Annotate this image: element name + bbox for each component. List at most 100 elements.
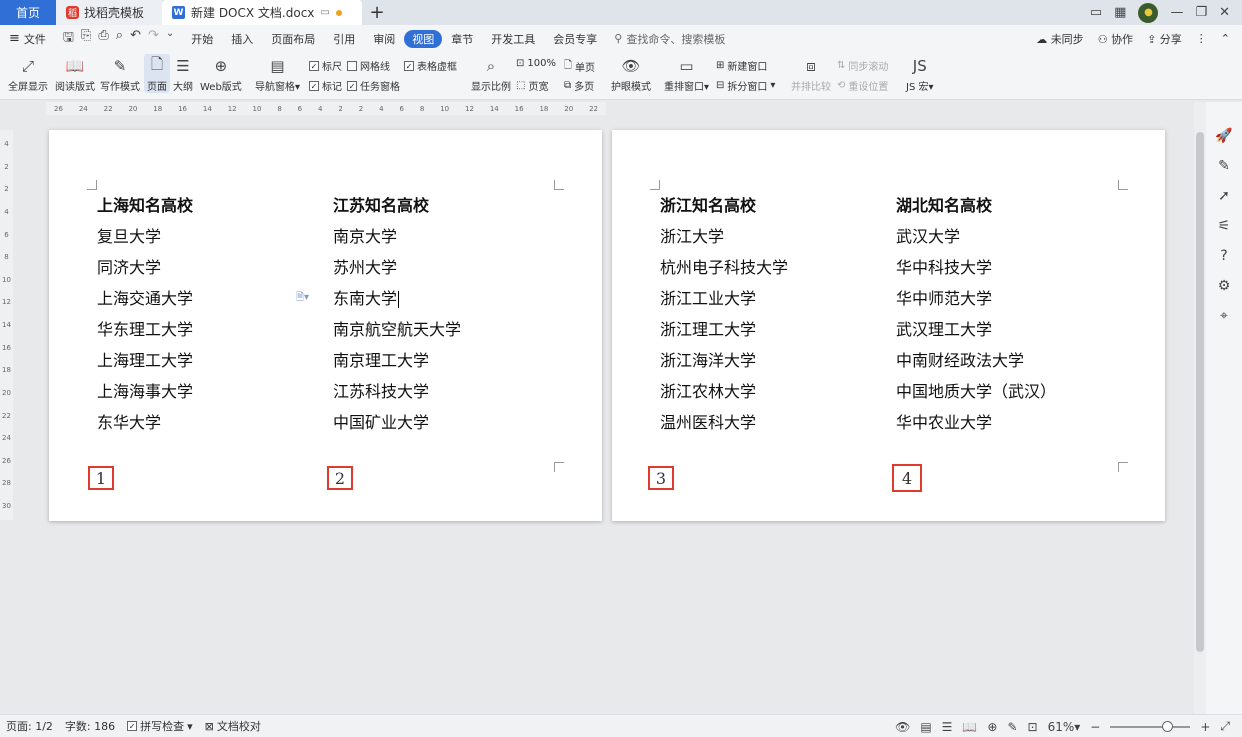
web-layout-button[interactable]: ⊕ Web版式 <box>200 56 242 93</box>
column-zhejiang[interactable]: 浙江知名高校 浙江大学 杭州电子科技大学 浙江工业大学 浙江理工大学 浙江海洋大… <box>660 192 788 440</box>
web-view-icon[interactable]: ⊕ <box>987 720 997 734</box>
print-icon[interactable]: ⎙ <box>98 28 108 50</box>
sync-button[interactable]: ☁ 未同步 <box>1036 31 1084 47</box>
eye-mode-button[interactable]: 👁 护眼模式 <box>611 56 651 93</box>
tab-start[interactable]: 开始 <box>182 30 222 48</box>
new-window-button[interactable]: ⊞ 新建窗口 <box>716 58 767 73</box>
doc-proof-button[interactable]: ⊠ 文档校对 <box>199 718 267 734</box>
restore-icon[interactable]: ❐ <box>1195 5 1207 20</box>
split-window-button[interactable]: ⊟ 拆分窗口 ▾ <box>716 78 775 93</box>
image-settings-icon[interactable]: ⚙ <box>1218 278 1231 294</box>
zoom-ratio-button[interactable]: ⌕ 显示比例 <box>471 56 511 93</box>
single-page-button[interactable]: 🗋 单页 <box>564 58 595 75</box>
screen-icon[interactable]: ▭ <box>320 7 329 18</box>
multi-page-button[interactable]: ⧉ 多页 <box>564 78 594 93</box>
fullscreen-toggle-icon[interactable]: ⤢ <box>1220 719 1230 734</box>
page-width-button[interactable]: ⬚ 页宽 <box>516 78 548 93</box>
outline-button[interactable]: ☰ 大纲 <box>172 56 194 93</box>
word-count[interactable]: 字数: 186 <box>59 718 121 734</box>
js-macro-button[interactable]: JS JS 宏▾ <box>906 56 934 93</box>
side-by-side-button[interactable]: ⧈ 并排比较 <box>791 56 831 93</box>
column-hubei[interactable]: 湖北知名高校 武汉大学 华中科技大学 华中师范大学 武汉理工大学 中南财经政法大… <box>896 192 1056 440</box>
reading-view-icon[interactable]: 📖 <box>962 720 977 734</box>
fullscreen-button[interactable]: ⤢ 全屏显示 <box>8 56 48 93</box>
tab-home[interactable]: 首页 <box>0 0 56 25</box>
tab-document[interactable]: W 新建 DOCX 文档.docx ▭ <box>162 0 362 25</box>
undo-icon[interactable]: ↶ <box>130 28 141 50</box>
page-view-button[interactable]: 🗋 页面 <box>144 54 170 93</box>
tab-references[interactable]: 引用 <box>324 30 364 48</box>
help-icon[interactable]: ? <box>1220 248 1227 264</box>
fit-page-icon[interactable]: ⊡ <box>1028 720 1038 734</box>
document-page-1[interactable]: 上海知名高校 复旦大学 同济大学 上海交通大学 华东理工大学 上海理工大学 上海… <box>49 130 602 521</box>
tab-review[interactable]: 审阅 <box>364 30 404 48</box>
task-pane-checkbox[interactable]: ✓ 任务窗格 <box>347 78 400 93</box>
avatar[interactable]: ● <box>1138 2 1159 23</box>
chevron-down-icon[interactable]: ⌄ <box>166 28 174 50</box>
document-page-2[interactable]: 浙江知名高校 浙江大学 杭州电子科技大学 浙江工业大学 浙江理工大学 浙江海洋大… <box>612 130 1165 521</box>
tab-developer[interactable]: 开发工具 <box>482 30 544 48</box>
tab-chapter[interactable]: 章节 <box>442 30 482 48</box>
page-number-box: 3 <box>648 466 674 490</box>
zoom-slider-knob[interactable] <box>1162 720 1174 732</box>
single-page-icon: 🗋 <box>564 60 573 71</box>
zoom-level[interactable]: 61%▾ <box>1048 720 1081 734</box>
rearrange-window-button[interactable]: ▭ 重排窗口▾ <box>664 56 709 93</box>
grid-apps-icon[interactable]: ▦ <box>1114 5 1126 20</box>
marks-checkbox[interactable]: ✓ 标记 <box>309 78 342 93</box>
page-view-icon[interactable]: ▤ <box>920 720 931 734</box>
reading-layout-button[interactable]: 📖 阅读版式 <box>55 56 95 93</box>
zoom-slider[interactable] <box>1110 720 1191 732</box>
ruler-tick-label: 26 <box>2 456 11 465</box>
page-count[interactable]: 页面: 1/2 <box>0 718 59 734</box>
sliders-icon[interactable]: ⚟ <box>1218 218 1231 234</box>
more-icon[interactable]: ⋮ <box>1196 32 1207 45</box>
write-view-icon[interactable]: ✎ <box>1007 720 1017 734</box>
list-item: 浙江理工大学 <box>660 320 757 339</box>
vertical-scrollbar[interactable] <box>1194 102 1206 714</box>
sync-scroll-button[interactable]: ⇅ 同步滚动 <box>837 58 888 73</box>
writing-mode-button[interactable]: ✎ 写作模式 <box>100 56 140 93</box>
share-button[interactable]: ⇪ 分享 <box>1147 31 1182 47</box>
vertical-ruler[interactable]: 4 2 2 4 6 8 10 12 14 16 18 20 22 24 26 28 30 <box>0 130 13 520</box>
command-search[interactable]: ⚲ 查找命令、搜索模板 <box>614 31 725 47</box>
scrollbar-thumb[interactable] <box>1196 132 1204 652</box>
reset-position-button[interactable]: ⟲ 重设位置 <box>837 78 888 93</box>
zoom-in-icon[interactable]: + <box>1200 720 1210 734</box>
cursor-select-icon[interactable]: ➚ <box>1218 188 1230 204</box>
file-menu[interactable]: ≡ 文件 <box>0 30 55 48</box>
table-grid-checkbox[interactable]: ✓ 表格虚框 <box>404 58 457 73</box>
close-icon[interactable]: ✕ <box>1219 5 1230 20</box>
pencil-icon[interactable]: ✎ <box>1218 158 1230 174</box>
column-shanghai[interactable]: 上海知名高校 复旦大学 同济大学 上海交通大学 华东理工大学 上海理工大学 上海… <box>97 192 193 440</box>
quick-access-toolbar: 🖫 ⎘ ⎙ ⌕ ↶ ↷ ⌄ <box>55 28 182 50</box>
print-preview-icon[interactable]: ⌕ <box>116 28 123 50</box>
ruler-checkbox[interactable]: ✓ 标尺 <box>309 58 342 73</box>
tab-view[interactable]: 视图 <box>404 29 443 48</box>
nav-pane-button[interactable]: ▤ 导航窗格▾ <box>255 56 300 93</box>
horizontal-ruler[interactable]: 26 24 22 20 18 16 14 12 10 8 6 4 2 2 4 6 8 10 12 14 16 18 20 22 <box>46 102 606 115</box>
zoom-out-icon[interactable]: − <box>1090 720 1100 734</box>
paragraph-options-icon[interactable]: 🗎▾ <box>296 290 309 307</box>
cloud-icon: ☁ <box>1036 32 1048 46</box>
tab-insert[interactable]: 插入 <box>222 30 262 48</box>
spell-check-toggle[interactable]: ✓ 拼写检查 ▾ <box>121 718 199 734</box>
rocket-icon[interactable]: 🚀 <box>1215 128 1232 144</box>
layout-icon[interactable]: ▭ <box>1090 5 1102 20</box>
minimize-icon[interactable]: — <box>1170 5 1183 20</box>
save-icon[interactable]: 🖫 <box>63 28 74 50</box>
tab-page-layout[interactable]: 页面布局 <box>262 30 324 48</box>
collapse-ribbon-icon[interactable]: ⌃ <box>1221 32 1230 45</box>
gridlines-checkbox[interactable]: 网格线 <box>347 58 390 73</box>
zoom-100-button[interactable]: ⊡ 100% <box>516 58 556 69</box>
tab-member[interactable]: 会员专享 <box>544 30 606 48</box>
column-jiangsu[interactable]: 江苏知名高校 南京大学 苏州大学 东南大学 南京航空航天大学 南京理工大学 江苏… <box>333 192 461 440</box>
new-tab-button[interactable]: + <box>362 0 392 25</box>
location-icon[interactable]: ⌖ <box>1220 308 1228 324</box>
export-pdf-icon[interactable]: ⎘ <box>81 28 91 50</box>
tab-template[interactable]: 稻 找稻壳模板 <box>56 0 162 25</box>
eye-protect-icon[interactable]: 👁 <box>895 720 910 734</box>
collab-button[interactable]: ⚇ 协作 <box>1098 31 1133 47</box>
outline-view-icon[interactable]: ☰ <box>942 720 953 734</box>
redo-icon[interactable]: ↷ <box>148 28 159 50</box>
